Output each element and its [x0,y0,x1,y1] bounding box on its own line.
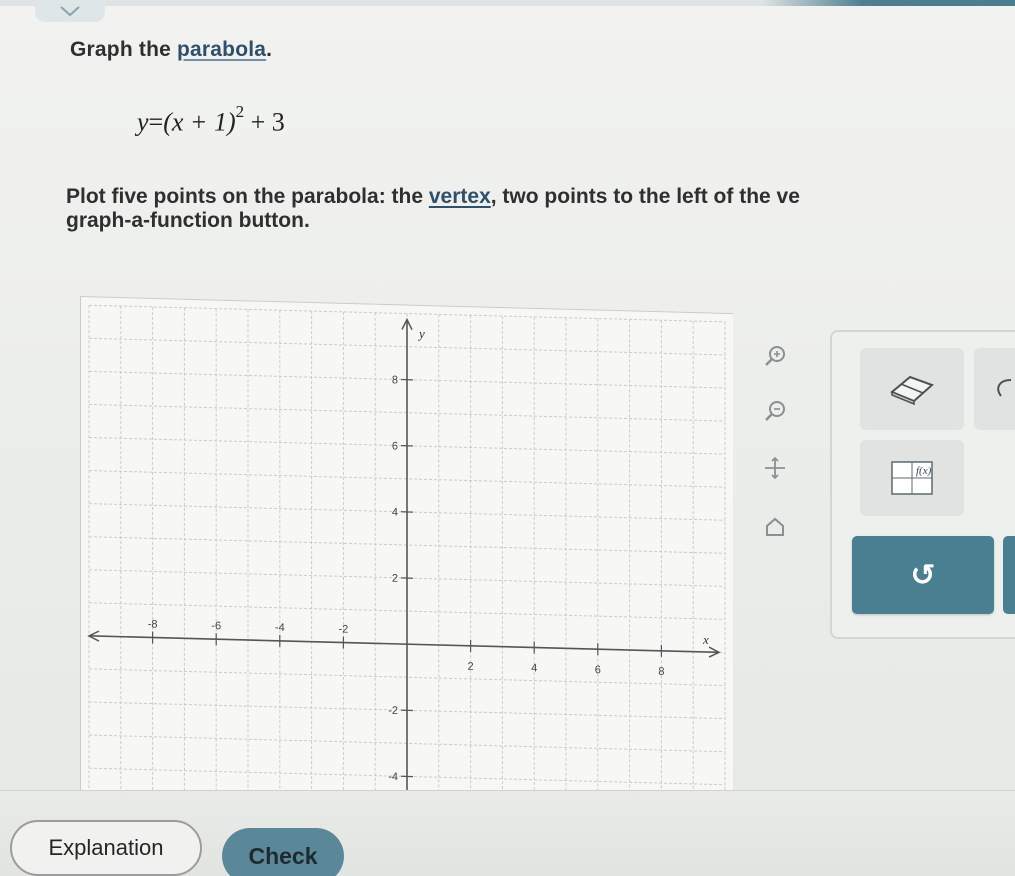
eraser-tool[interactable] [860,348,964,430]
y-tick-label: -4 [388,771,398,783]
instructions-suffix: , two points to the left of the ve [490,185,800,208]
check-button[interactable]: Check [222,828,344,876]
equation-exponent: 2 [235,102,245,121]
instructions-prefix: Plot five points on the parabola: the [66,185,429,208]
graph-function-icon: f(x) [891,461,933,495]
x-tick-label: -8 [148,618,158,630]
move-icon[interactable] [757,450,793,486]
undo-button[interactable]: ↺ [852,536,994,614]
instructions: Plot five points on the parabola: the ve… [66,185,1015,233]
x-axis [89,635,719,654]
explanation-button[interactable]: Explanation [10,820,202,876]
equation-tail: + 3 [244,107,285,137]
point-tool-icon [997,379,1012,397]
prompt-title-suffix: . [266,38,273,61]
equation-lhs: y [137,107,149,137]
graph-panel[interactable]: x y -8 -6 -4 -2 2 4 6 8 8 6 4 2 -2 -4 [80,296,733,860]
top-bar [0,0,1015,6]
zoom-in-icon[interactable] [757,338,793,374]
vertex-link[interactable]: vertex [429,185,491,208]
chevron-down-icon [60,6,80,17]
graph-function-tool[interactable]: f(x) [860,440,964,516]
page: Graph the parabola. y=(x + 1)2 + 3 Plot … [0,0,1015,876]
undo-icon: ↺ [910,558,936,592]
x-axis-label: x [702,632,709,647]
graph-toolbar [757,338,797,548]
y-tick-label: 8 [392,374,398,386]
coordinate-grid[interactable]: x y -8 -6 -4 -2 2 4 6 8 8 6 4 2 -2 -4 [81,297,733,859]
prompt-title: Graph the parabola. [70,38,272,62]
eraser-icon [890,375,934,406]
parabola-link[interactable]: parabola [177,38,266,61]
x-tick-label: 4 [531,662,537,674]
y-tick-label: 4 [392,507,398,519]
x-tick-label: -4 [275,622,285,634]
equation-inner: (x + 1) [163,107,236,137]
instructions-line-2: graph-a-function button. [66,209,310,232]
prompt-title-prefix: Graph the [70,38,178,61]
instructions-line-1: Plot five points on the parabola: the ve… [66,185,1015,209]
menu-toggle[interactable] [35,0,105,22]
equation-equals: = [148,107,164,137]
zoom-out-icon[interactable] [757,393,793,429]
x-tick-label: -6 [211,620,221,632]
x-tick-label: -2 [339,623,349,635]
y-tick-label: -2 [388,705,398,717]
x-tick-label: 8 [658,666,664,678]
y-tick-label: 6 [392,440,398,452]
y-tick-label: 2 [392,573,398,585]
equation: y=(x + 1)2 + 3 [137,102,285,138]
redo-button[interactable] [1003,536,1015,614]
x-tick-label: 6 [595,664,601,676]
home-icon[interactable] [757,510,793,546]
svg-text:f(x): f(x) [916,465,932,477]
point-tool[interactable] [974,348,1015,430]
x-tick-label: 2 [468,661,474,673]
y-axis-label: y [417,326,425,341]
